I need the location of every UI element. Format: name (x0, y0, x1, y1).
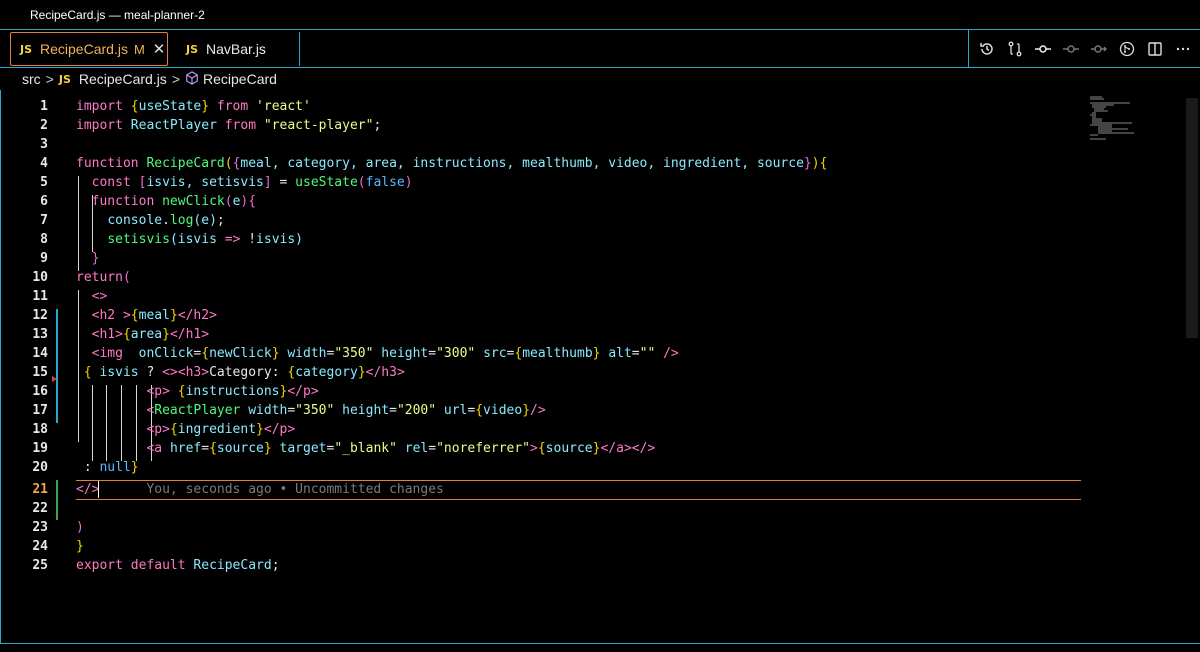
code-line: 25 export default RecipeCard; (0, 556, 1185, 575)
line-number: 24 (32, 539, 48, 554)
editor-bottom-border (0, 643, 1200, 644)
line-number: 21 (32, 482, 48, 497)
compare-changes-icon[interactable] (1005, 39, 1025, 59)
git-graph-icon[interactable] (1117, 39, 1137, 59)
line-number: 4 (40, 156, 48, 171)
chevron-right-icon: > (171, 71, 180, 87)
modified-indicator: M (133, 41, 145, 57)
code-line: 7 console.log(e); (0, 211, 1185, 230)
previous-change-icon[interactable] (1061, 39, 1081, 59)
line-number: 8 (40, 232, 48, 247)
breadcrumb-folder[interactable]: src (22, 71, 41, 87)
tab-navbar[interactable]: JS NavBar.js (172, 32, 300, 66)
editor-actions (968, 30, 1200, 67)
code-line: 1 import {useState} from 'react' (0, 97, 1185, 116)
line-number: 1 (40, 99, 48, 114)
line-number: 2 (40, 118, 48, 133)
line-number: 17 (32, 403, 48, 418)
code-line: 2 import ReactPlayer from "react-player"; (0, 116, 1185, 135)
code-line: 17 <ReactPlayer width="350" height="200"… (0, 401, 1185, 420)
code-line: 24} (0, 537, 1185, 556)
line-number: 7 (40, 213, 48, 228)
code-line: 10 return( (0, 268, 1185, 287)
tab-label: NavBar.js (206, 41, 266, 57)
code-line: 12 <h2 >{meal}</h2> (0, 306, 1185, 325)
title-bar: RecipeCard.js — meal-planner-2 (0, 0, 1200, 30)
breadcrumb-symbol[interactable]: RecipeCard (203, 71, 277, 87)
code-line: 19 <a href={source} target="_blank" rel=… (0, 439, 1185, 458)
code-line: 14 <img onClick={newClick} width="350" h… (0, 344, 1185, 363)
line-number: 14 (32, 346, 48, 361)
next-change-icon[interactable] (1089, 39, 1109, 59)
split-editor-icon[interactable] (1145, 39, 1165, 59)
code-line: 22 (0, 499, 1185, 518)
minimap[interactable] (1088, 95, 1160, 140)
line-number: 16 (32, 384, 48, 399)
line-number: 18 (32, 422, 48, 437)
vertical-scrollbar[interactable] (1186, 98, 1198, 338)
code-line: 23) (0, 518, 1185, 537)
chevron-right-icon: > (45, 71, 54, 87)
breadcrumb-file[interactable]: RecipeCard.js (79, 71, 167, 87)
code-line: 11 <> (0, 287, 1185, 306)
code-line: 6 function newClick(e){ (0, 192, 1185, 211)
tab-bar: JS RecipeCard.js M ✕ JS NavBar.js (0, 30, 1200, 68)
line-number: 15 (32, 365, 48, 380)
more-icon[interactable] (1173, 39, 1193, 59)
line-number: 5 (40, 175, 48, 190)
js-file-icon: JS (58, 72, 71, 86)
code-line: 8 setisvis(isvis => !isvis) (0, 230, 1185, 249)
line-number: 23 (32, 520, 48, 535)
code-line-current: 21 </> You, seconds ago • Uncommitted cha… (0, 480, 1185, 499)
code-line: 20 : null} (0, 458, 1185, 477)
code-line: 15 { isvis ? <><h3>Category: {category}<… (0, 363, 1185, 382)
code-line: 13 <h1>{area}</h1> (0, 325, 1185, 344)
close-icon[interactable]: ✕ (153, 40, 166, 58)
code-line: 9 } (0, 249, 1185, 268)
window-title: RecipeCard.js — meal-planner-2 (30, 8, 205, 22)
code-line: 3 (0, 135, 1185, 154)
symbol-cube-icon (185, 70, 199, 88)
line-number: 20 (32, 460, 48, 475)
line-number: 25 (32, 558, 48, 573)
line-number: 6 (40, 194, 48, 209)
git-blame-annotation: You, seconds ago • Uncommitted changes (146, 482, 444, 497)
history-icon[interactable] (977, 39, 997, 59)
line-number: 22 (32, 501, 48, 516)
code-line: 16 <p> {instructions}</p> (0, 382, 1185, 401)
tab-label: RecipeCard.js (40, 41, 128, 57)
line-number: 10 (32, 270, 48, 285)
text-cursor (98, 481, 99, 498)
line-number: 9 (40, 251, 48, 266)
line-number: 11 (32, 289, 48, 304)
js-file-icon: JS (20, 42, 33, 56)
line-number: 19 (32, 441, 48, 456)
line-number: 13 (32, 327, 48, 342)
tab-recipecard[interactable]: JS RecipeCard.js M ✕ (10, 32, 168, 66)
breadcrumb: src > JS RecipeCard.js > RecipeCard (0, 68, 1200, 90)
js-file-icon: JS (186, 42, 199, 56)
code-editor[interactable]: 1 import {useState} from 'react' 2 import … (0, 90, 1200, 643)
code-line: 18 <p>{ingredient}</p> (0, 420, 1185, 439)
code-line: 4 function RecipeCard({meal, category, ar… (0, 154, 1185, 173)
line-number: 3 (40, 137, 48, 152)
code-line: 5 const [isvis, setisvis] = useState(fal… (0, 173, 1185, 192)
commit-icon[interactable] (1033, 39, 1053, 59)
line-number: 12 (32, 308, 48, 323)
